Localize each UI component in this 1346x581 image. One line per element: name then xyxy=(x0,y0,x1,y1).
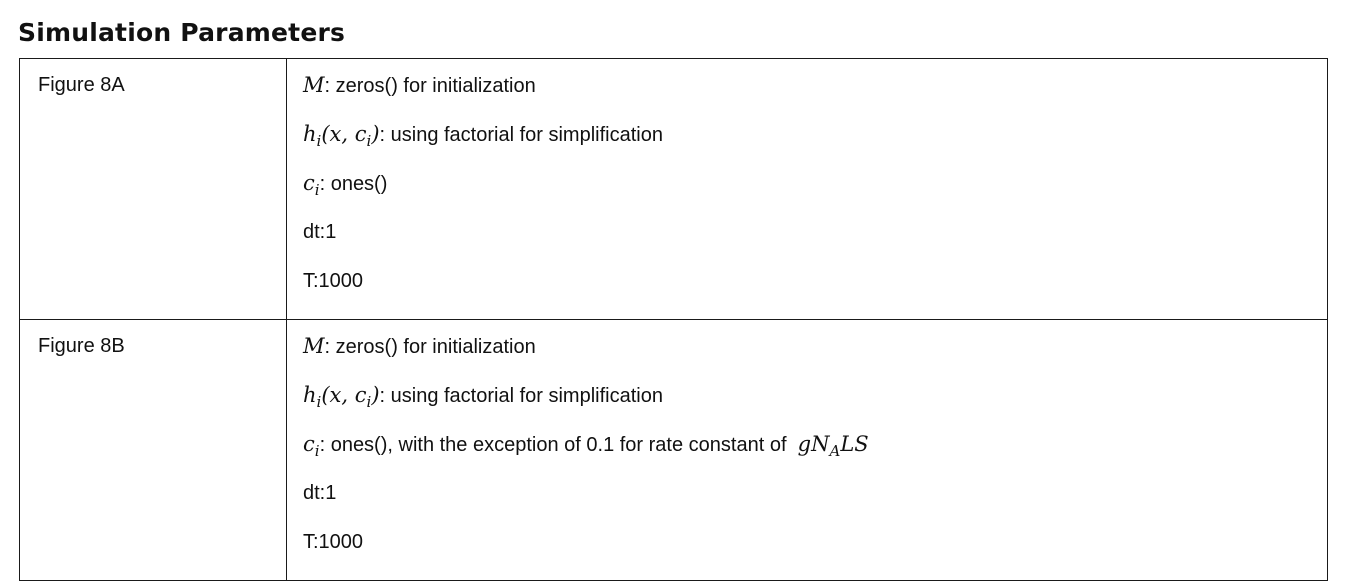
param-text: : zeros() for initialization xyxy=(324,75,536,97)
table-row: Figure 8A M: zeros() for initialization … xyxy=(19,58,1328,320)
parameter-cell: M: zeros() for initialization hi(x, ci):… xyxy=(286,58,1328,320)
param-line-m: M: zeros() for initialization xyxy=(303,331,1327,380)
figure-label: Figure 8B xyxy=(38,335,125,357)
figure-label-cell: Figure 8B xyxy=(19,319,287,581)
param-line-dt: dt:1 xyxy=(303,482,337,504)
parameter-cell: M: zeros() for initialization hi(x, ci):… xyxy=(286,319,1328,581)
math-symbol-m: M xyxy=(303,73,325,97)
simulation-parameters-table: Figure 8A M: zeros() for initialization … xyxy=(19,58,1328,581)
param-text: : using factorial for simplification xyxy=(379,124,663,146)
figure-label: Figure 8A xyxy=(38,74,125,96)
math-symbol-h: hi(x, ci) xyxy=(303,383,380,411)
param-line-m: M: zeros() for initialization xyxy=(303,70,1327,119)
math-symbol-h: hi(x, ci) xyxy=(303,122,380,150)
param-line-h: hi(x, ci): using factorial for simplific… xyxy=(303,119,1327,168)
figure-label-cell: Figure 8A xyxy=(19,58,287,320)
param-line-t: T:1000 xyxy=(303,531,364,553)
param-text: : ones() xyxy=(319,173,388,195)
math-symbol-gnals: gNALS xyxy=(797,432,869,460)
math-symbol-m: M xyxy=(303,334,325,358)
math-symbol-c: ci xyxy=(303,432,320,460)
param-text: : ones(), with the exception of 0.1 for … xyxy=(319,434,787,456)
param-line-c: ci: ones() xyxy=(303,168,1327,217)
param-line-dt: dt:1 xyxy=(303,221,337,243)
param-line-h: hi(x, ci): using factorial for simplific… xyxy=(303,380,1327,429)
table-row: Figure 8B M: zeros() for initialization … xyxy=(19,319,1328,581)
param-text: : using factorial for simplification xyxy=(379,385,663,407)
math-symbol-c: ci xyxy=(303,171,320,199)
page-title: Simulation Parameters xyxy=(18,18,346,47)
param-line-c: ci: ones(), with the exception of 0.1 fo… xyxy=(303,429,1327,478)
param-text: : zeros() for initialization xyxy=(324,336,536,358)
param-line-t: T:1000 xyxy=(303,270,364,292)
